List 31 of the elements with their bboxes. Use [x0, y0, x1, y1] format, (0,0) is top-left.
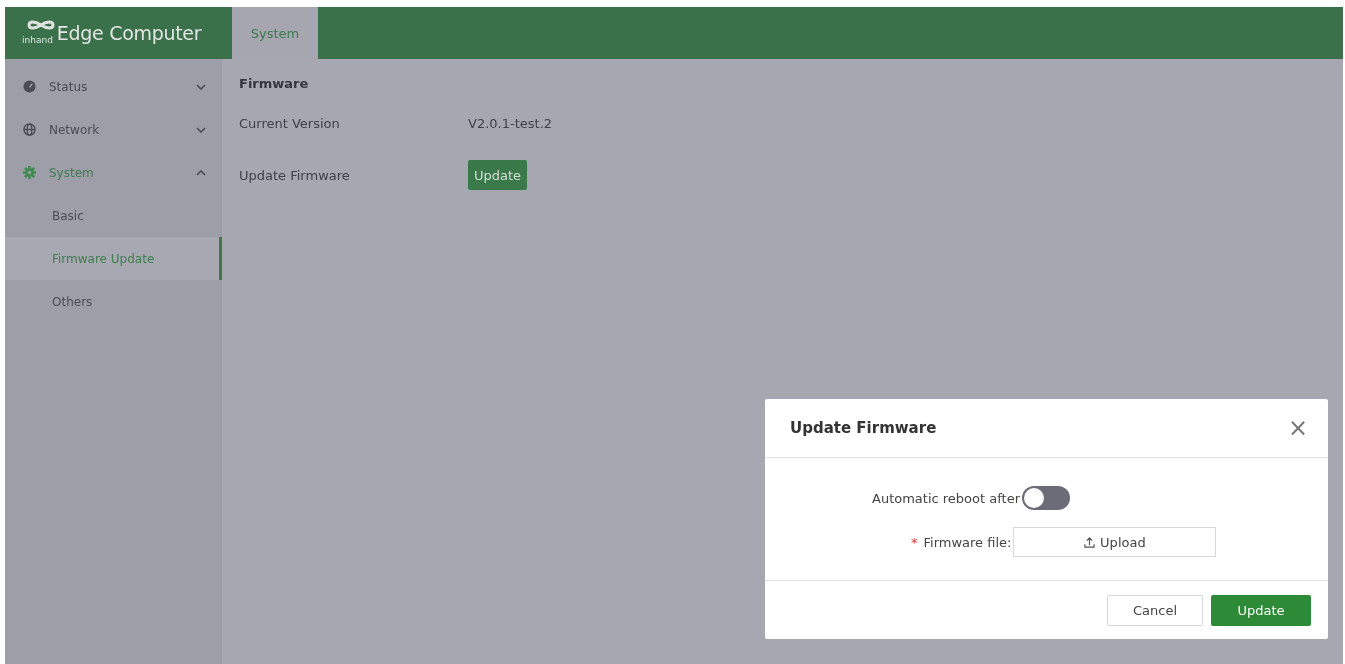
field-label: Update Firmware: [239, 167, 351, 183]
dialog-title: Update Firmware: [790, 419, 937, 437]
chevron-icon: [196, 126, 206, 133]
top-tab[interactable]: System: [232, 7, 318, 59]
close-button[interactable]: ×: [1283, 414, 1312, 442]
nav-item[interactable]: Network: [5, 108, 222, 151]
globe-icon: [23, 123, 36, 136]
logo-text: inhand: [22, 35, 53, 45]
logo-icon: [25, 18, 57, 32]
update-button[interactable]: Update: [468, 160, 528, 190]
chevron-icon: [196, 83, 206, 90]
field-value: V2.0.1-test.2: [468, 115, 553, 131]
toggle-switch[interactable]: [1022, 486, 1070, 510]
nav-subitem[interactable]: Others: [5, 280, 222, 323]
required-mark: *: [911, 534, 918, 550]
gauge-icon: [23, 80, 36, 93]
field-label: Firmware file:: [923, 534, 1012, 550]
nav-subitem[interactable]: Basic: [5, 194, 222, 237]
upload-icon: [1084, 536, 1096, 548]
chevron-icon: [196, 169, 206, 176]
gear-icon: [23, 166, 36, 179]
field-label: Current Version: [239, 115, 341, 131]
cancel-button[interactable]: Cancel: [1107, 594, 1203, 626]
nav-item[interactable]: System: [5, 151, 222, 194]
update-button[interactable]: Update: [1211, 594, 1311, 626]
nav-subitem[interactable]: Firmware Update: [5, 237, 222, 280]
upload-button[interactable]: Upload: [1013, 527, 1217, 557]
field-label: Automatic reboot after: [872, 490, 1020, 506]
nav-item[interactable]: Status: [5, 65, 222, 108]
app-title: Edge Computer: [56, 22, 202, 44]
section-title: Firmware: [239, 75, 310, 93]
